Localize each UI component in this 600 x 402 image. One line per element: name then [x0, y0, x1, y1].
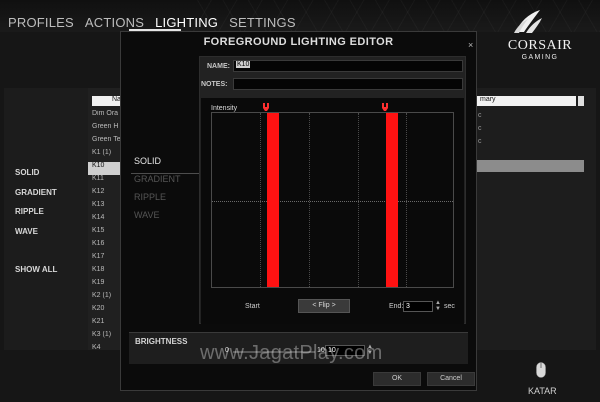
- notes-label: NOTES:: [201, 81, 228, 88]
- key-list-item[interactable]: Dim Ora: [88, 110, 124, 123]
- mode-wave[interactable]: WAVE: [131, 210, 199, 228]
- summary-item: c: [478, 125, 482, 132]
- key-list-item[interactable]: K1 (1): [88, 149, 124, 162]
- name-input-value: K10: [236, 61, 251, 68]
- sec-label: sec: [444, 303, 455, 310]
- key-list-item[interactable]: K3 (1): [88, 331, 124, 344]
- drag-handle-icon[interactable]: [381, 103, 389, 112]
- logo-sub-text: GAMING: [521, 54, 559, 61]
- key-list-item[interactable]: Green Te: [88, 136, 124, 149]
- key-list-item[interactable]: K16: [88, 240, 124, 253]
- grid-midline: [212, 201, 453, 202]
- key-list-item[interactable]: K15: [88, 227, 124, 240]
- brightness-label: BRIGHTNESS: [135, 337, 188, 346]
- key-list-item[interactable]: K19: [88, 279, 124, 292]
- mode-ripple[interactable]: RIPPLE: [131, 192, 199, 210]
- corsair-logo: CORSAIR GAMING: [490, 8, 590, 64]
- key-list-header[interactable]: Na: [92, 96, 122, 106]
- grid-line: [406, 113, 407, 287]
- name-input[interactable]: K10: [233, 60, 463, 72]
- end-time-input[interactable]: 3: [403, 301, 433, 312]
- key-list-item[interactable]: K12: [88, 188, 124, 201]
- close-icon[interactable]: ×: [468, 40, 473, 50]
- intensity-bar-2[interactable]: [386, 113, 398, 287]
- key-list-item[interactable]: K2 (1): [88, 292, 124, 305]
- effect-ripple[interactable]: RIPPLE: [15, 207, 57, 227]
- main-nav: PROFILES ACTIONS LIGHTING SETTINGS: [8, 15, 307, 30]
- drag-handle-icon[interactable]: [262, 103, 270, 112]
- key-list-item[interactable]: K13: [88, 201, 124, 214]
- notes-input[interactable]: [233, 78, 463, 90]
- mode-gradient[interactable]: GRADIENT: [131, 174, 199, 192]
- spinner-arrows-icon[interactable]: ▲ ▼: [435, 300, 441, 312]
- dialog-mode-menu: SOLID GRADIENT RIPPLE WAVE: [131, 156, 199, 228]
- key-list-item[interactable]: K18: [88, 266, 124, 279]
- key-list-item[interactable]: K21: [88, 318, 124, 331]
- key-list: Dim Ora Green H Green Te K1 (1) K10 K11 K12 K13…: [88, 110, 124, 357]
- grid-line: [260, 113, 261, 287]
- intensity-graph[interactable]: [211, 112, 454, 288]
- effect-solid[interactable]: SOLID: [15, 168, 57, 188]
- name-label: NAME:: [207, 63, 230, 70]
- start-label: Start: [245, 303, 260, 310]
- device-label: KATAR: [528, 386, 557, 396]
- key-list-item[interactable]: K14: [88, 214, 124, 227]
- graph-y-label: Intensity: [211, 105, 238, 112]
- nav-lighting[interactable]: LIGHTING: [155, 15, 218, 30]
- ok-button[interactable]: OK: [373, 372, 421, 386]
- grid-line: [309, 113, 310, 287]
- effect-gradient[interactable]: GRADIENT: [15, 188, 57, 208]
- grid-line: [358, 113, 359, 287]
- mode-solid[interactable]: SOLID: [131, 156, 199, 174]
- end-label: End:: [389, 303, 404, 310]
- show-all-button[interactable]: SHOW ALL: [15, 265, 57, 285]
- summary-scrollbar[interactable]: [578, 96, 584, 106]
- key-list-item[interactable]: K4: [88, 344, 124, 357]
- corsair-sails-icon: [514, 10, 542, 33]
- effect-wave[interactable]: WAVE: [15, 227, 57, 247]
- logo-brand-text: CORSAIR: [507, 38, 573, 53]
- key-list-item[interactable]: Green H: [88, 123, 124, 136]
- intensity-bar-1[interactable]: [267, 113, 279, 287]
- summary-panel: [476, 88, 596, 350]
- nav-profiles[interactable]: PROFILES: [8, 15, 74, 30]
- key-list-item[interactable]: K11: [88, 175, 124, 188]
- nav-settings[interactable]: SETTINGS: [229, 15, 296, 30]
- foreground-lighting-editor-dialog: FOREGROUND LIGHTING EDITOR × SOLID GRADI…: [120, 31, 477, 391]
- summary-item: c: [478, 112, 482, 119]
- summary-item: c: [478, 138, 482, 145]
- key-list-item[interactable]: K17: [88, 253, 124, 266]
- watermark: www.JagatPlay.com: [200, 342, 383, 364]
- mouse-device-icon[interactable]: [536, 362, 546, 378]
- summary-selected-row[interactable]: [476, 160, 584, 172]
- effect-type-menu: SOLID GRADIENT RIPPLE WAVE SHOW ALL: [15, 168, 57, 285]
- summary-header[interactable]: mary: [476, 96, 576, 106]
- summary-list: c c c: [478, 112, 482, 151]
- flip-button[interactable]: < Flip >: [298, 299, 350, 313]
- nav-actions[interactable]: ACTIONS: [85, 15, 144, 30]
- cancel-button[interactable]: Cancel: [427, 372, 475, 386]
- dialog-title: FOREGROUND LIGHTING EDITOR: [203, 36, 394, 48]
- key-list-item[interactable]: K20: [88, 305, 124, 318]
- key-list-item[interactable]: K10: [88, 162, 124, 175]
